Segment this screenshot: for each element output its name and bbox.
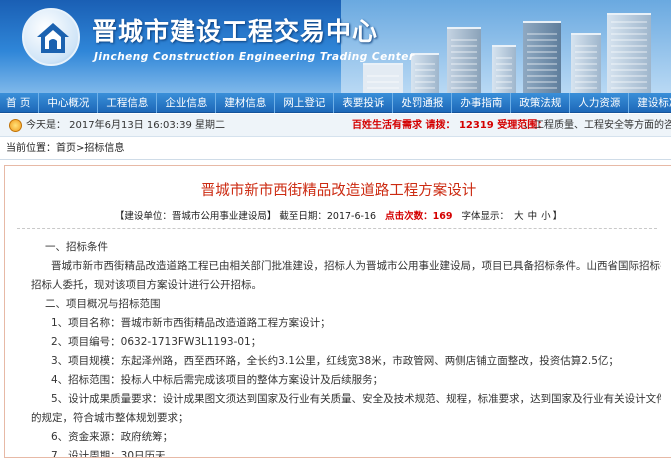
meta-close: 】 [552, 211, 563, 222]
site-subtitle: Jincheng Construction Engineering Tradin… [94, 51, 415, 63]
scrolling-notice[interactable]: 、工程质量、工程安全等方面的咨询、投诉 [524, 114, 671, 137]
nav-item-penalty-notices[interactable]: 处罚通报 [393, 93, 453, 113]
hotline-notice: 百姓生活有需求 请拨： 12319 受理范围： [352, 120, 548, 131]
paragraph: 晋城市新市西街精品改造道路工程已由相关部门批准建设，招标人为晋城市公用事业建设局… [51, 260, 661, 272]
article-title: 晋城市新市西街精品改造道路工程方案设计 [200, 183, 477, 199]
nav-item-project-info[interactable]: 工程信息 [98, 93, 158, 113]
nav-item-hr[interactable]: 人力资源 [570, 93, 630, 113]
list-item: 5、设计成果质量要求：设计成果图文须达到国家及行业有关质量、安全及技术规范、规程… [51, 393, 661, 405]
list-item: 2、项目编号：0632-1713FW3L1193-01； [51, 336, 262, 348]
section-heading: 一、招标条件 [45, 241, 108, 253]
article-body: 一、招标条件 晋城市新市西街精品改造道路工程已由相关部门批准建设，招标人为晋城市… [25, 238, 661, 458]
list-item: 3、项目规模：东起泽州路，西至西环路，全长约3.1公里，红线宽38米，市政管网、… [51, 355, 619, 367]
article-meta: 【建设单位：晋城市公用事业建设局】 截至日期：2017-6-16 点击次数：16… [5, 208, 671, 222]
nav-item-company-info[interactable]: 企业信息 [157, 93, 217, 113]
list-item: 4、招标范围：投标人中标后需完成该项目的整体方案设计及后续服务； [51, 374, 384, 386]
nav-item-complaints[interactable]: 表要投诉 [334, 93, 394, 113]
site-title: 晋城市建设工程交易中心 [92, 17, 379, 46]
site-header-banner: 晋城市建设工程交易中心 Jincheng Construction Engine… [0, 0, 671, 93]
nav-item-home[interactable]: 首 页 [0, 93, 40, 113]
font-size-small-link[interactable]: 小 [539, 211, 553, 222]
nav-item-policies[interactable]: 政策法规 [511, 93, 571, 113]
font-size-label: 字体显示： [461, 211, 510, 222]
list-item: 6、资金来源：政府统筹； [51, 431, 174, 443]
nav-item-material-info[interactable]: 建材信息 [216, 93, 276, 113]
info-bar: 今天是： 2017年6月13日 16:03:39 星期二 百姓生活有需求 请拨：… [0, 114, 671, 137]
font-size-medium-link[interactable]: 中 [526, 211, 540, 222]
article-panel: 晋城市新市西街精品改造道路工程方案设计 【建设单位：晋城市公用事业建设局】 截至… [4, 165, 671, 458]
nav-item-center-overview[interactable]: 中心概况 [39, 93, 99, 113]
list-item: 的规定，符合城市整体规划要求； [31, 412, 189, 424]
skyline-image [341, 0, 671, 93]
nav-item-guide[interactable]: 办事指南 [452, 93, 512, 113]
nav-item-standards[interactable]: 建设标准 [629, 93, 671, 113]
divider [17, 228, 657, 229]
site-logo[interactable] [22, 8, 80, 66]
paragraph: 招标人委托，现对该项目方案设计进行公开招标。 [31, 279, 262, 291]
section-heading: 二、项目概况与招标范围 [45, 298, 161, 310]
list-item: 7、设计周期：30日历天。 [51, 450, 177, 458]
click-count: 169 [432, 211, 453, 222]
breadcrumb[interactable]: 当前位置：首页>招标信息 [0, 138, 671, 160]
clock-icon [9, 119, 22, 132]
meta-info: 【建设单位：晋城市公用事业建设局】 截至日期：2017-6-16 [114, 211, 377, 222]
clicks-label: 点击次数： [385, 211, 433, 222]
nav-item-online-register[interactable]: 网上登记 [275, 93, 335, 113]
main-nav: 首 页 中心概况 工程信息 企业信息 建材信息 网上登记 表要投诉 处罚通报 办… [0, 93, 671, 113]
font-size-large-link[interactable]: 大 [512, 211, 526, 222]
house-logo-icon [37, 23, 69, 53]
current-date: 今天是： 2017年6月13日 16:03:39 星期二 [26, 120, 225, 131]
list-item: 1、项目名称：晋城市新市西街精品改造道路工程方案设计； [51, 317, 331, 329]
